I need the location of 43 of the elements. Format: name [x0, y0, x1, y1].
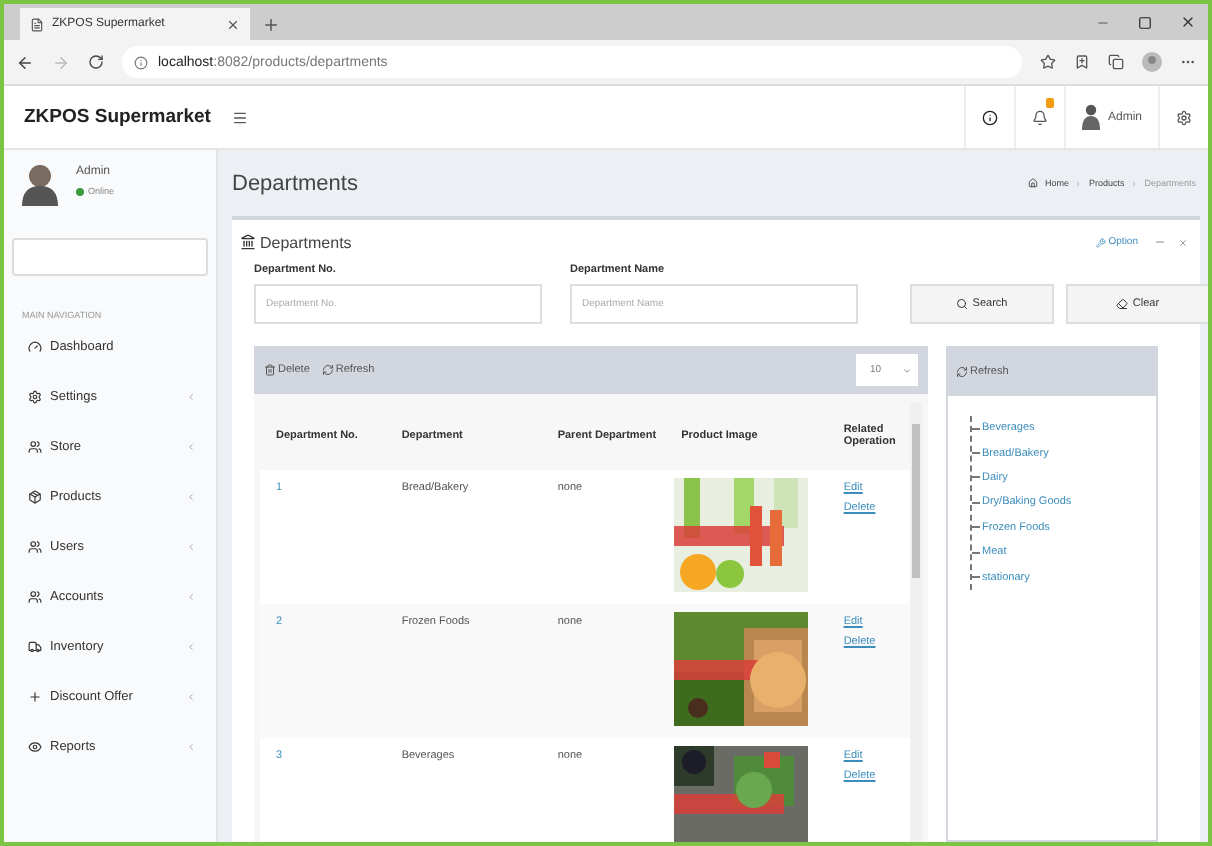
- trash-icon: [264, 364, 276, 376]
- favorites-icon[interactable]: [1074, 54, 1090, 70]
- search-icon: [956, 298, 969, 310]
- refresh-icon: [956, 366, 968, 378]
- page-icon: [30, 17, 44, 31]
- brand-title: ZKPOS Supermarket: [22, 106, 213, 128]
- nav-icon: [28, 490, 42, 504]
- menu-icon[interactable]: [232, 109, 248, 125]
- sidebar-search-field[interactable]: [12, 238, 208, 276]
- page-title: Departments: [232, 171, 358, 195]
- bell-icon[interactable]: [1031, 109, 1048, 125]
- nav-icon: [28, 690, 42, 704]
- wrench-icon: [1096, 237, 1107, 247]
- box-title: Departments: [260, 233, 354, 251]
- info-icon: [134, 55, 148, 69]
- reload-icon[interactable]: [88, 54, 104, 70]
- home-icon: [1028, 178, 1039, 188]
- star-icon[interactable]: [1040, 54, 1056, 70]
- info-icon[interactable]: [981, 109, 998, 125]
- nav-icon: [28, 440, 42, 454]
- notification-badge: [1045, 98, 1054, 108]
- nav-icon: [28, 540, 42, 554]
- scrollbar-drawing[interactable]: [910, 402, 922, 842]
- collections-icon[interactable]: [1108, 54, 1124, 70]
- nav-icon: [28, 590, 42, 604]
- profile-icon[interactable]: [1142, 52, 1162, 72]
- nav-icon: [28, 640, 42, 654]
- nav-icon: [28, 740, 42, 754]
- caret-icon: [902, 365, 912, 375]
- settings-icon[interactable]: [1176, 109, 1192, 125]
- building-icon: [240, 234, 256, 250]
- nav-icon: [28, 340, 42, 354]
- close-icon[interactable]: [1180, 14, 1196, 30]
- refresh-icon: [321, 364, 334, 376]
- maximize-icon[interactable]: [1138, 15, 1152, 29]
- nav-icon: [28, 390, 42, 404]
- back-icon[interactable]: [16, 53, 34, 71]
- eraser-icon: [1116, 298, 1129, 310]
- avatar-icon: [1081, 104, 1100, 130]
- status-dot: [76, 187, 84, 195]
- close-icon[interactable]: [226, 17, 240, 31]
- avatar-icon: [20, 162, 60, 206]
- new-tab-icon[interactable]: [262, 16, 280, 34]
